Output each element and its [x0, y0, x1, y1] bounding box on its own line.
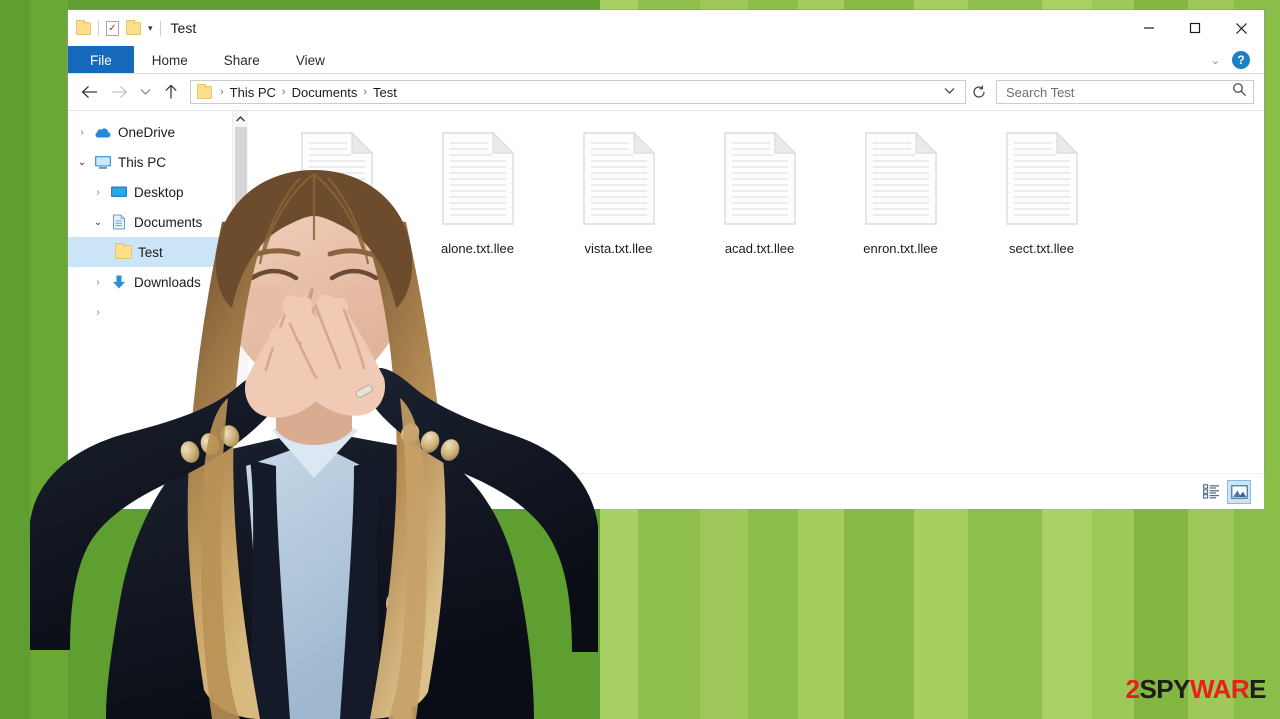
window-controls — [1126, 10, 1264, 46]
chevron-down-icon[interactable]: ▾ — [148, 23, 153, 33]
breadcrumb-separator: › — [281, 86, 286, 98]
address-field[interactable]: › This PC › Documents › Test — [190, 80, 966, 104]
toolbar-separator — [159, 20, 161, 36]
file-name-label: acad.txt.llee — [724, 241, 795, 256]
text-file-icon — [1004, 131, 1080, 231]
breadcrumb-item-documents[interactable]: Documents — [288, 85, 362, 100]
properties-icon[interactable] — [106, 20, 119, 36]
breadcrumb-separator: › — [363, 86, 367, 98]
path-folder-icon — [197, 83, 212, 99]
breadcrumb: › This PC › Documents › Test — [218, 85, 401, 100]
ribbon-tabs: File Home Share View ⌄ ? — [68, 46, 1264, 74]
window-title: Test — [170, 20, 197, 36]
search-placeholder: Search Test — [1006, 84, 1075, 100]
close-button[interactable] — [1218, 10, 1264, 46]
expand-ribbon-icon[interactable]: ⌄ — [1211, 54, 1220, 67]
details-view-button[interactable] — [1200, 481, 1222, 503]
tab-view[interactable]: View — [278, 46, 343, 74]
folder-icon[interactable] — [76, 19, 91, 35]
recent-locations-button[interactable] — [134, 79, 156, 105]
watermark-part-e: E — [1249, 674, 1266, 704]
search-icon — [1232, 82, 1247, 102]
up-button[interactable] — [156, 79, 186, 105]
woman-illustration — [30, 170, 598, 719]
title-bar: ▾ Test — [68, 10, 1264, 46]
breadcrumb-separator: › — [220, 86, 224, 98]
help-icon[interactable]: ? — [1232, 51, 1250, 69]
search-input[interactable]: Search Test — [996, 80, 1254, 104]
breadcrumb-item-this-pc[interactable]: This PC — [226, 85, 280, 100]
breadcrumb-item-test[interactable]: Test — [369, 85, 401, 100]
file-item[interactable]: acad.txt.llee — [689, 127, 830, 256]
file-item[interactable]: enron.txt.llee — [830, 127, 971, 256]
text-file-icon — [722, 131, 798, 231]
tab-home[interactable]: Home — [134, 46, 206, 74]
minimize-button[interactable] — [1126, 10, 1172, 46]
quick-access-toolbar: ▾ — [76, 19, 161, 36]
tab-file[interactable]: File — [68, 46, 134, 74]
maximize-button[interactable] — [1172, 10, 1218, 46]
stressed-woman-photo — [14, 130, 614, 719]
back-button[interactable] — [74, 79, 104, 105]
large-icons-view-button[interactable] — [1227, 479, 1251, 504]
toolbar-separator — [98, 20, 99, 36]
watermark-part-war: WAR — [1189, 674, 1250, 704]
refresh-button[interactable] — [966, 80, 992, 104]
address-bar: › This PC › Documents › Test Search Test — [68, 74, 1264, 110]
text-file-icon — [863, 131, 939, 231]
ribbon-divider — [68, 73, 1264, 74]
watermark-part-2: 2 — [1125, 674, 1140, 704]
file-item[interactable]: sect.txt.llee — [971, 127, 1112, 256]
file-name-label: enron.txt.llee — [863, 241, 938, 256]
address-dropdown-icon[interactable] — [936, 87, 963, 98]
watermark: 2 SPY WAR E — [1125, 674, 1266, 705]
new-folder-icon[interactable] — [126, 19, 141, 35]
watermark-part-spy: SPY — [1139, 674, 1190, 704]
forward-button[interactable] — [104, 79, 134, 105]
tab-share[interactable]: Share — [206, 46, 278, 74]
scroll-up-arrow-icon[interactable] — [233, 111, 248, 127]
file-name-label: sect.txt.llee — [1008, 241, 1075, 256]
